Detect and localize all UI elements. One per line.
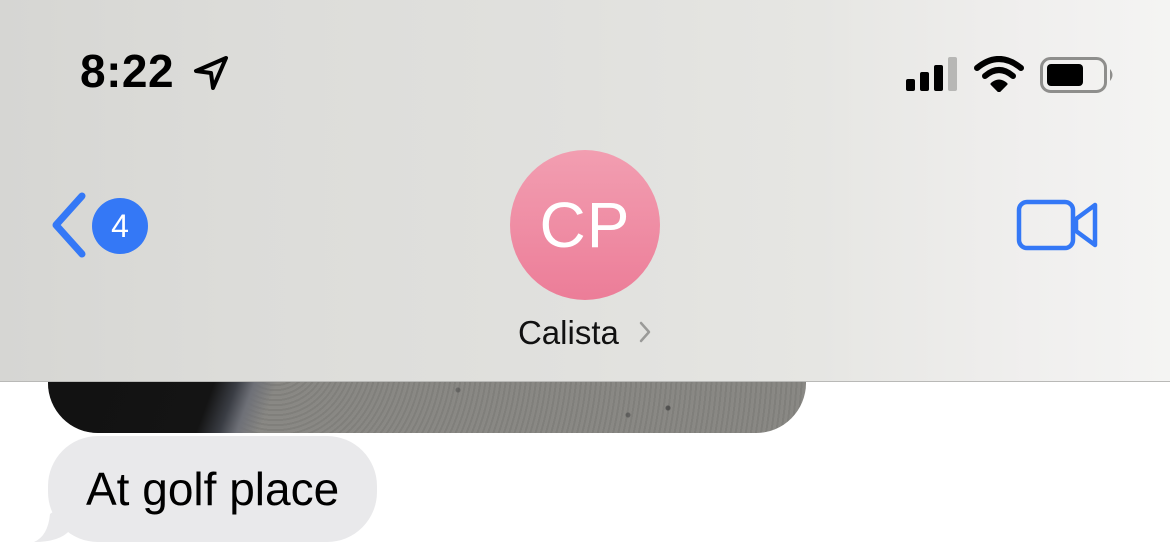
- status-time: 8:22: [80, 45, 175, 97]
- contact-name-row: Calista: [470, 314, 700, 352]
- message-text: At golf place: [86, 463, 340, 515]
- chevron-left-icon: [52, 192, 86, 258]
- messages-conversation-screen: At golf place 8:22 4 CP Calista: [0, 0, 1170, 558]
- cellular-signal-icon: [906, 57, 957, 91]
- contact-name: Calista: [517, 314, 619, 351]
- avatar: CP: [510, 150, 660, 300]
- video-camera-icon[interactable]: [1016, 198, 1100, 252]
- status-bar: 8:22: [0, 0, 1170, 140]
- conversation-header: 8:22 4 CP Calista: [0, 0, 1170, 382]
- back-button[interactable]: 4: [40, 186, 160, 266]
- chevron-right-icon: [639, 322, 651, 343]
- message-bubble[interactable]: At golf place: [48, 436, 378, 542]
- location-arrow-icon: [194, 56, 228, 90]
- unread-count-badge: 4: [92, 198, 148, 254]
- wifi-icon: [974, 56, 1024, 92]
- battery-icon: [1040, 57, 1113, 93]
- contact-header-button[interactable]: CP Calista: [470, 150, 700, 360]
